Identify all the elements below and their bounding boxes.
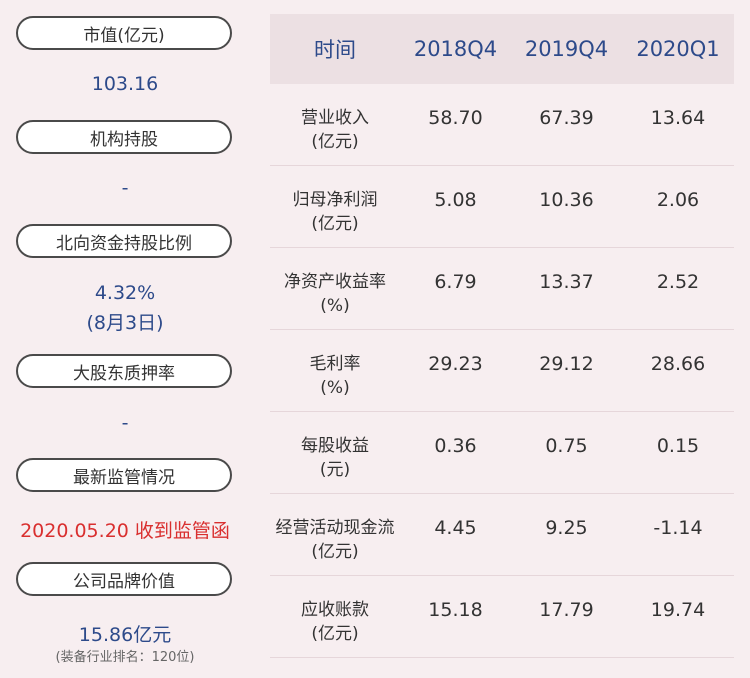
metric-unit: (亿元) (311, 542, 359, 562)
metric-name: 营业收入 (301, 108, 369, 128)
metric-name: 经营活动现金流 (275, 518, 395, 538)
header-2019q4: 2019Q4 (524, 37, 609, 61)
brand-value-amount: 15.86亿元 (78, 624, 172, 646)
table-cell: 28.66 (650, 353, 706, 375)
table-cell: 2.06 (656, 189, 700, 211)
metric-unit: (元) (319, 460, 351, 480)
table-cell: 19.74 (650, 599, 706, 621)
metric-name: 归母净利润 (292, 190, 378, 210)
header-period: 时间 (314, 38, 356, 62)
metric-unit: (亿元) (311, 132, 359, 152)
metric-name: 应收账款 (301, 600, 369, 620)
table-cell: 29.12 (539, 353, 594, 375)
table-cell: 6.79 (434, 271, 477, 293)
table-row: 归母净利润 (亿元) 5.08 10.36 2.06 (270, 166, 734, 248)
header-2018q4: 2018Q4 (413, 37, 498, 61)
header-2020q1: 2020Q1 (636, 37, 720, 61)
regulation-status-value: 2020.05.20 收到监管函 (20, 520, 230, 542)
table-cell: 13.64 (650, 107, 706, 129)
table-cell: 2.52 (656, 271, 700, 293)
table-cell: 0.15 (656, 435, 700, 457)
row-label: 归母净利润 (亿元) (270, 166, 400, 236)
table-cell: 0.75 (545, 435, 588, 457)
metric-unit: (亿元) (311, 624, 359, 644)
brand-value-rank: (装备行业排名：120位) (55, 650, 195, 665)
row-label: 毛利率 (%) (270, 330, 400, 400)
market-cap-value: 103.16 (91, 73, 159, 95)
table-row: 经营活动现金流 (亿元) 4.45 9.25 -1.14 (270, 494, 734, 576)
table-cell: 4.45 (434, 517, 477, 539)
institution-holding-value: - (121, 177, 129, 199)
pledge-rate-value: - (121, 412, 129, 434)
table-cell: 0.36 (434, 435, 477, 457)
table-cell: -1.14 (653, 517, 703, 539)
row-label: 应收账款 (亿元) (270, 576, 400, 646)
northbound-holding-label: 北向资金持股比例 (16, 224, 232, 258)
table-cell: 9.25 (545, 517, 588, 539)
row-label: 每股收益 (元) (270, 412, 400, 482)
northbound-holding-value: 4.32% (94, 282, 156, 304)
table-cell: 17.79 (539, 599, 594, 621)
table-cell: 29.23 (428, 353, 483, 375)
metric-unit: (%) (320, 378, 350, 398)
table-row: 每股收益 (元) 0.36 0.75 0.15 (270, 412, 734, 494)
market-cap-label: 市值(亿元) (16, 16, 232, 50)
table-cell: 15.18 (428, 599, 483, 621)
metric-name: 毛利率 (309, 354, 361, 374)
table-cell: 5.08 (434, 189, 477, 211)
metric-unit: (%) (320, 296, 350, 316)
pledge-rate-label: 大股东质押率 (16, 354, 232, 388)
table-row: 应收账款 (亿元) 15.18 17.79 19.74 (270, 576, 734, 658)
table-header: 时间 2018Q4 2019Q4 2020Q1 (270, 14, 734, 84)
brand-value-label: 公司品牌价值 (16, 562, 232, 596)
table-row: 营业收入 (亿元) 58.70 67.39 13.64 (270, 84, 734, 166)
table-cell: 58.70 (428, 107, 483, 129)
regulation-status-label: 最新监管情况 (16, 458, 232, 492)
metric-unit: (亿元) (311, 214, 359, 234)
metric-name: 每股收益 (301, 436, 369, 456)
metric-name: 净资产收益率 (284, 272, 386, 292)
institution-holding-label: 机构持股 (16, 120, 232, 154)
northbound-holding-date: (8月3日) (86, 312, 164, 334)
row-label: 净资产收益率 (%) (270, 248, 400, 318)
table-cell: 67.39 (539, 107, 594, 129)
row-label: 经营活动现金流 (亿元) (270, 494, 400, 564)
table-row: 毛利率 (%) 29.23 29.12 28.66 (270, 330, 734, 412)
table-cell: 13.37 (539, 271, 594, 293)
financial-table: 时间 2018Q4 2019Q4 2020Q1 营业收入 (亿元) 58.70 … (270, 14, 734, 658)
stock-summary-panel: 市值(亿元) 103.16 机构持股 - 北向资金持股比例 4.32% (8月3… (0, 0, 250, 678)
row-label: 营业收入 (亿元) (270, 84, 400, 154)
table-row: 净资产收益率 (%) 6.79 13.37 2.52 (270, 248, 734, 330)
table-cell: 10.36 (539, 189, 594, 211)
